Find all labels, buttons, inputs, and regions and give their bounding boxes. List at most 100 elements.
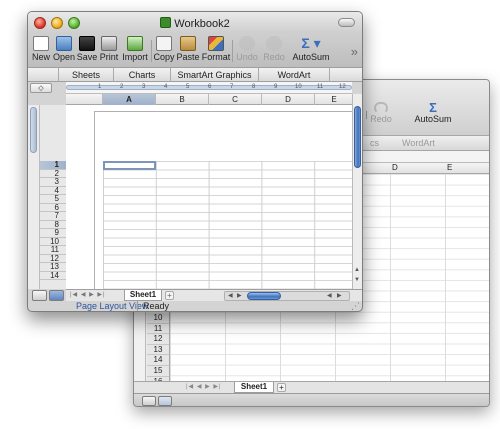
view-switcher [32, 289, 66, 303]
horizontal-scrollbar[interactable]: ◀ ▶ ◀ ▶ [224, 291, 350, 301]
column-header-a[interactable]: A [103, 94, 156, 105]
scroll-left-arrow-icon[interactable]: ◀ [327, 292, 332, 300]
redo-button[interactable]: Redo [261, 35, 287, 66]
sigma-icon: Σ [429, 100, 437, 115]
save-button[interactable]: Save [76, 35, 98, 66]
back-add-sheet-button[interactable]: + [277, 383, 286, 392]
select-all-button[interactable]: ◇ [30, 83, 52, 93]
ruler-tick: 1 [98, 84, 102, 90]
row-header[interactable]: 14 [40, 271, 66, 280]
autosum-label: AutoSum [292, 52, 330, 62]
back-redo-button[interactable]: Redo [370, 102, 392, 124]
row-header[interactable]: 7 [40, 211, 66, 221]
copy-label: Copy [153, 52, 175, 62]
scroll-down-arrow-icon[interactable]: ▼ [354, 277, 360, 283]
row-header[interactable]: 5 [40, 194, 66, 204]
back-autosum-button[interactable]: Σ AutoSum [413, 100, 453, 124]
new-button[interactable]: New [31, 35, 51, 66]
copy-button[interactable]: Copy [153, 35, 175, 66]
row-header[interactable]: 3 [40, 177, 66, 187]
sheet-tab-sheet1[interactable]: Sheet1 [124, 290, 162, 301]
back-row-header[interactable]: 15 [147, 366, 169, 377]
back-row-header[interactable]: 11 [147, 323, 169, 335]
resize-grip-icon[interactable]: ⋰ [351, 301, 360, 311]
horizontal-scroll-thumb[interactable] [247, 292, 281, 300]
status-ready: Ready [143, 301, 170, 311]
ruler-tick: 9 [274, 84, 278, 90]
vertical-ruler-margin-bar[interactable] [30, 107, 37, 153]
ruler-tick: 3 [142, 84, 146, 90]
active-cell-a1[interactable] [103, 161, 156, 170]
toolbar-toggle-button[interactable] [338, 18, 355, 27]
row-header[interactable]: 1 [40, 160, 66, 170]
cell-grid[interactable] [103, 161, 353, 289]
format-button[interactable]: Format [201, 35, 231, 66]
vertical-scrollbar[interactable]: ▲ ▼ [352, 94, 362, 289]
column-headers: A B C D E [66, 94, 354, 105]
gallery-tab-wordart[interactable]: WordArt [259, 68, 330, 82]
redo-icon [266, 36, 282, 51]
undo-icon [239, 36, 255, 51]
scroll-left-arrow-icon[interactable]: ◀ [228, 292, 233, 300]
ruler-tick: 11 [317, 84, 324, 90]
page-layout-view-button[interactable] [49, 290, 64, 301]
back-column-header-e[interactable]: E [447, 163, 452, 172]
undo-button[interactable]: Undo [234, 35, 260, 66]
open-folder-icon [56, 36, 72, 51]
title-bar[interactable]: Workbook2 [28, 12, 362, 34]
back-sheet-tab-bar: |◀ ◀ ▶ ▶| Sheet1 + [134, 381, 489, 393]
back-gallery-tab-wordart[interactable]: WordArt [402, 138, 435, 148]
column-header-c[interactable]: C [209, 94, 262, 105]
standard-toolbar: New Open Save Print Import Copy Paste Fo… [28, 34, 362, 67]
row-header[interactable]: 2 [40, 169, 66, 178]
print-label: Print [99, 52, 119, 62]
add-sheet-button[interactable]: + [165, 291, 174, 300]
sheet-tab-bar: |◀ ◀ ▶ ▶| Sheet1 + ◀ ▶ ◀ ▶ [66, 289, 362, 301]
sigma-icon: Σ ▾ [301, 35, 321, 51]
window-title: Workbook2 [28, 17, 362, 30]
vertical-scroll-thumb[interactable] [354, 106, 361, 168]
import-button[interactable]: Import [120, 35, 150, 66]
paste-clipboard-icon [180, 36, 196, 51]
back-row-header[interactable]: 12 [147, 334, 169, 345]
toolbar-separator [151, 40, 152, 62]
back-row-header[interactable]: 13 [147, 344, 169, 356]
back-sheet-tab[interactable]: Sheet1 [234, 382, 274, 393]
back-gallery-tab-partial[interactable]: cs [370, 138, 379, 148]
back-status-bar [134, 393, 489, 406]
back-row-header[interactable]: 10 [147, 313, 169, 324]
worksheet-page[interactable] [66, 105, 353, 289]
autosum-button[interactable]: Σ ▾ AutoSum [292, 35, 330, 66]
gallery-tab-charts[interactable]: Charts [114, 68, 171, 82]
back-tab-nav-arrows[interactable]: |◀ ◀ ▶ ▶| [186, 383, 222, 390]
back-page-layout-view-button[interactable] [158, 396, 172, 406]
column-header-b[interactable]: B [156, 94, 209, 105]
toolbar-overflow-chevron-icon[interactable]: » [351, 44, 358, 59]
open-button[interactable]: Open [52, 35, 76, 66]
front-workbook-window: Workbook2 New Open Save Print Import Cop… [27, 11, 363, 312]
row-header[interactable]: 8 [40, 220, 66, 229]
column-header-margin [66, 94, 103, 105]
scroll-up-arrow-icon[interactable]: ▲ [354, 267, 360, 273]
print-button[interactable]: Print [98, 35, 120, 66]
gallery-tab-sheets[interactable]: Sheets [58, 68, 114, 82]
paste-button[interactable]: Paste [176, 35, 200, 66]
row-header[interactable]: 6 [40, 203, 66, 212]
excel-document-icon [160, 17, 172, 28]
elements-gallery-bar: Sheets Charts SmartArt Graphics WordArt [28, 67, 362, 82]
row-header[interactable]: 4 [40, 186, 66, 195]
back-normal-view-button[interactable] [142, 396, 156, 406]
gallery-tab-smartart[interactable]: SmartArt Graphics [171, 68, 259, 82]
import-label: Import [122, 52, 148, 62]
ruler-tick: 4 [164, 84, 168, 90]
sheet-nav-arrows[interactable]: |◀ ◀ ▶ ▶| [70, 291, 106, 298]
back-column-header-d[interactable]: D [392, 163, 398, 172]
scroll-right-arrow-icon[interactable]: ▶ [337, 292, 342, 300]
column-header-e[interactable]: E [315, 94, 354, 105]
back-redo-label: Redo [370, 114, 392, 124]
normal-view-button[interactable] [32, 290, 47, 301]
back-row-header[interactable]: 14 [147, 355, 169, 366]
page-header-margin[interactable] [66, 105, 353, 161]
scroll-right-arrow-icon[interactable]: ▶ [237, 292, 242, 300]
column-header-d[interactable]: D [262, 94, 315, 105]
